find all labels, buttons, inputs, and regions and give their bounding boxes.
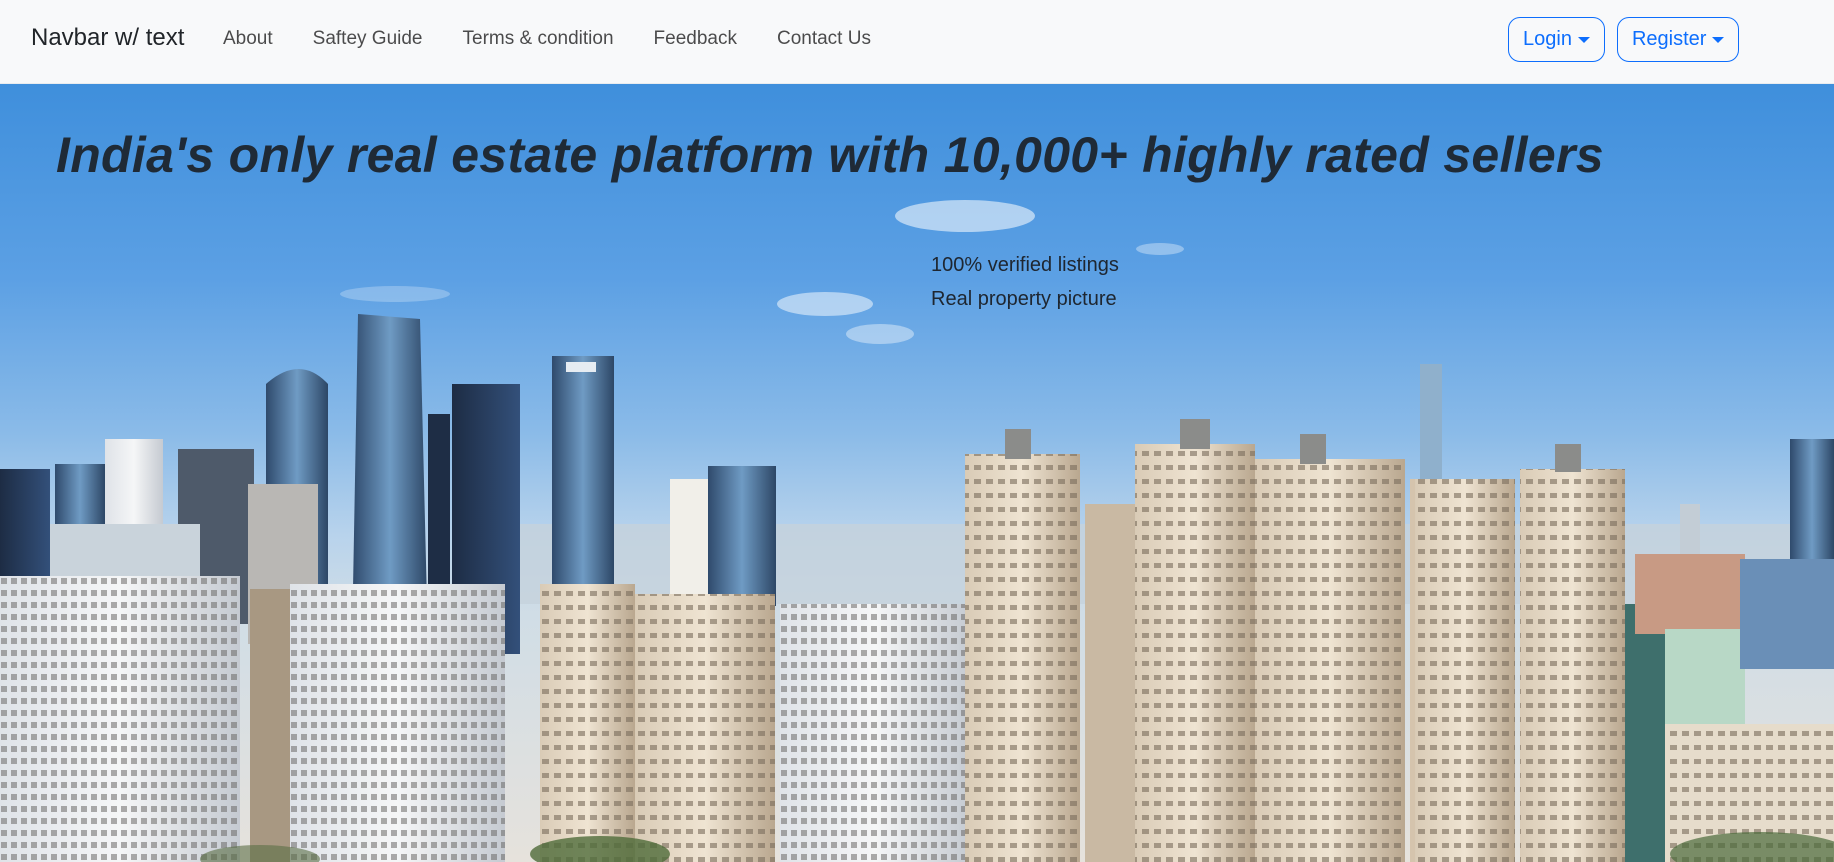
feature-real-pictures: Real property picture (931, 288, 1117, 310)
nav-link-about[interactable]: About (223, 28, 273, 50)
navbar: Navbar w/ text About Saftey Guide Terms … (0, 0, 1834, 84)
nav-link-contact[interactable]: Contact Us (777, 28, 871, 50)
login-dropdown-button[interactable]: Login (1508, 17, 1605, 62)
register-dropdown-button[interactable]: Register (1616, 17, 1740, 62)
hero-banner: India's only real estate platform with 1… (0, 84, 1834, 862)
city-skyline-image (0, 200, 1834, 862)
nav-link-feedback[interactable]: Feedback (654, 28, 737, 50)
hero-features: 100% verified listings Real property pic… (931, 248, 1119, 316)
navbar-brand[interactable]: Navbar w/ text (31, 24, 184, 52)
nav-link-terms[interactable]: Terms & condition (463, 28, 614, 50)
nav-link-safety-guide[interactable]: Saftey Guide (313, 28, 423, 50)
login-label: Login (1523, 28, 1572, 50)
feature-verified-listings: 100% verified listings (931, 254, 1119, 276)
chevron-down-icon (1577, 36, 1590, 43)
register-label: Register (1631, 28, 1707, 50)
hero-headline: India's only real estate platform with 1… (56, 127, 1604, 183)
auth-buttons: Login Register (1508, 17, 1751, 62)
nav-links: About Saftey Guide Terms & condition Fee… (223, 28, 911, 50)
chevron-down-icon (1712, 36, 1725, 43)
